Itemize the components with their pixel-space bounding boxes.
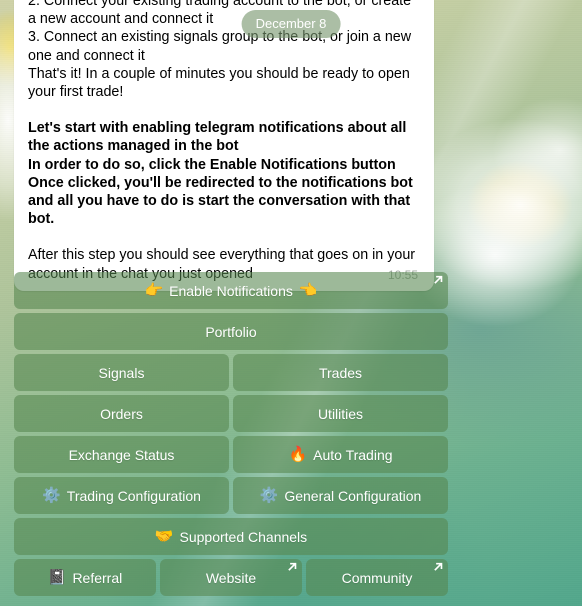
- keyboard-row: 👉 Enable Notifications 👈: [14, 272, 448, 309]
- kb-button-exchange-status[interactable]: Exchange Status: [14, 436, 229, 473]
- kb-button-label: Signals: [98, 364, 145, 381]
- kb-button-label: Utilities: [317, 405, 364, 422]
- kb-button-community[interactable]: Community: [306, 559, 448, 596]
- message-line: Once clicked, you'll be redirected to th…: [28, 174, 413, 228]
- kb-button-portfolio[interactable]: Portfolio: [14, 313, 448, 350]
- keyboard-row: Portfolio: [14, 313, 448, 350]
- kb-button-utilities[interactable]: Utilities: [233, 395, 448, 432]
- kb-button-label: Website: [205, 569, 257, 586]
- message-line-spacer: [28, 101, 420, 119]
- kb-button-emoji-right-icon: 👈: [298, 282, 318, 299]
- kb-button-website[interactable]: Website: [160, 559, 302, 596]
- reply-keyboard: 👉 Enable Notifications 👈 Portfolio Signals Tr…: [14, 272, 448, 600]
- kb-button-label: Enable Notifications: [169, 282, 293, 299]
- kb-button-trading-configuration[interactable]: ⚙️ Trading Configuration: [14, 477, 229, 514]
- kb-button-emoji-left-icon: 🔥: [288, 446, 308, 463]
- kb-button-label: Referral: [72, 569, 123, 586]
- keyboard-row: ⚙️ Trading Configuration ⚙️ General Configu…: [14, 477, 448, 514]
- external-link-arrow-icon: [433, 561, 444, 572]
- kb-button-auto-trading[interactable]: 🔥 Auto Trading: [233, 436, 448, 473]
- message-line: That's it! In a couple of minutes you sh…: [28, 65, 410, 101]
- kb-button-emoji-left-icon: 👉: [144, 282, 164, 299]
- message-line: Let's start with enabling telegram notif…: [28, 120, 407, 155]
- kb-button-emoji-left-icon: 🤝: [154, 528, 174, 545]
- keyboard-row: Signals Trades: [14, 354, 448, 391]
- message-line: In order to do so, click the Enable Noti…: [28, 156, 396, 173]
- date-separator-badge[interactable]: December 8: [241, 10, 341, 38]
- keyboard-row: 📓 Referral Website Community: [14, 559, 448, 596]
- kb-button-label: Portfolio: [205, 323, 257, 340]
- kb-button-general-configuration[interactable]: ⚙️ General Configuration: [233, 477, 448, 514]
- message-line: 3. Connect an existing signals group to …: [28, 29, 412, 64]
- message-line: 2. Connect your existing trading account…: [28, 0, 412, 28]
- kb-button-enable-notifications[interactable]: 👉 Enable Notifications 👈: [14, 272, 448, 309]
- external-link-arrow-icon: [287, 561, 298, 572]
- external-link-arrow-icon: [433, 274, 444, 285]
- kb-button-referral[interactable]: 📓 Referral: [14, 559, 156, 596]
- keyboard-row: Exchange Status 🔥 Auto Trading: [14, 436, 448, 473]
- kb-button-label: Trading Configuration: [66, 487, 201, 504]
- kb-button-label: General Configuration: [284, 487, 422, 504]
- kb-button-label: Orders: [100, 405, 143, 422]
- bot-message-bubble: 2. Connect your existing trading account…: [14, 0, 434, 291]
- kb-button-supported-channels[interactable]: 🤝 Supported Channels: [14, 518, 448, 555]
- kb-button-label: Supported Channels: [179, 528, 308, 545]
- keyboard-row: 🤝 Supported Channels: [14, 518, 448, 555]
- kb-button-label: Trades: [318, 364, 363, 381]
- kb-button-emoji-left-icon: ⚙️: [42, 487, 61, 504]
- kb-button-signals[interactable]: Signals: [14, 354, 229, 391]
- message-line-spacer: [28, 228, 420, 246]
- kb-button-label: Community: [341, 569, 413, 586]
- keyboard-row: Orders Utilities: [14, 395, 448, 432]
- kb-button-orders[interactable]: Orders: [14, 395, 229, 432]
- kb-button-label: Exchange Status: [68, 446, 175, 463]
- kb-button-emoji-left-icon: 📓: [47, 569, 67, 586]
- message-text: 2. Connect your existing trading account…: [28, 0, 420, 283]
- telegram-chat-screen: 2. Connect your existing trading account…: [0, 0, 582, 606]
- kb-button-label: Auto Trading: [313, 446, 393, 463]
- kb-button-emoji-left-icon: ⚙️: [259, 487, 279, 504]
- kb-button-trades[interactable]: Trades: [233, 354, 448, 391]
